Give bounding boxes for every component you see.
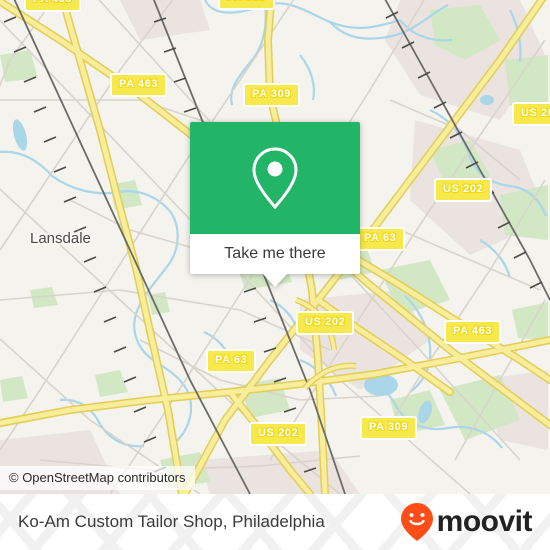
map-attribution[interactable]: © OpenStreetMap contributors: [0, 466, 195, 490]
road-shield-pa309-top: PA 309: [243, 83, 301, 107]
road-shield-pa463-clipped-topleft: PA 463: [24, 0, 82, 12]
road-shield-us202-topright: US 202: [512, 102, 550, 126]
road-shield-pa63-behind-popup: PA 63: [355, 227, 406, 251]
road-shield-pa463-top: PA 463: [110, 73, 168, 97]
map-pin-icon: [252, 147, 298, 210]
road-shield-us202-right: US 202: [434, 178, 493, 202]
popup-pointer: [262, 273, 288, 287]
city-label-lansdale: Lansdale: [30, 230, 91, 247]
place-title: Ko-Am Custom Tailor Shop, Philadelphia: [18, 512, 325, 531]
destination-popup[interactable]: Take me there: [190, 122, 360, 287]
road-shield-pa309-clipped-top: PA 309: [218, 0, 276, 10]
moovit-pin-smiley-icon: [400, 503, 433, 541]
moovit-logo[interactable]: moovit: [400, 502, 533, 542]
popup-marker-panel: [190, 122, 360, 234]
road-shield-pa309-bottom: PA 309: [360, 416, 418, 440]
moovit-wordmark: moovit: [436, 505, 533, 538]
take-me-there-label: Take me there: [224, 245, 326, 262]
road-shield-pa463-right: PA 463: [444, 320, 502, 344]
page-footer: Ko-Am Custom Tailor Shop, Philadelphia m…: [0, 494, 550, 550]
road-shield-us202-center: US 202: [296, 311, 355, 335]
map-canvas[interactable]: PA 463 PA 309 US 202 US 202 PA 63 US 202…: [0, 0, 550, 494]
map-page: PA 463 PA 309 US 202 US 202 PA 63 US 202…: [0, 0, 550, 550]
take-me-there-button[interactable]: Take me there: [190, 234, 360, 287]
road-shield-pa63-lower: PA 63: [206, 349, 257, 373]
road-shield-us202-bottom: US 202: [249, 422, 308, 446]
